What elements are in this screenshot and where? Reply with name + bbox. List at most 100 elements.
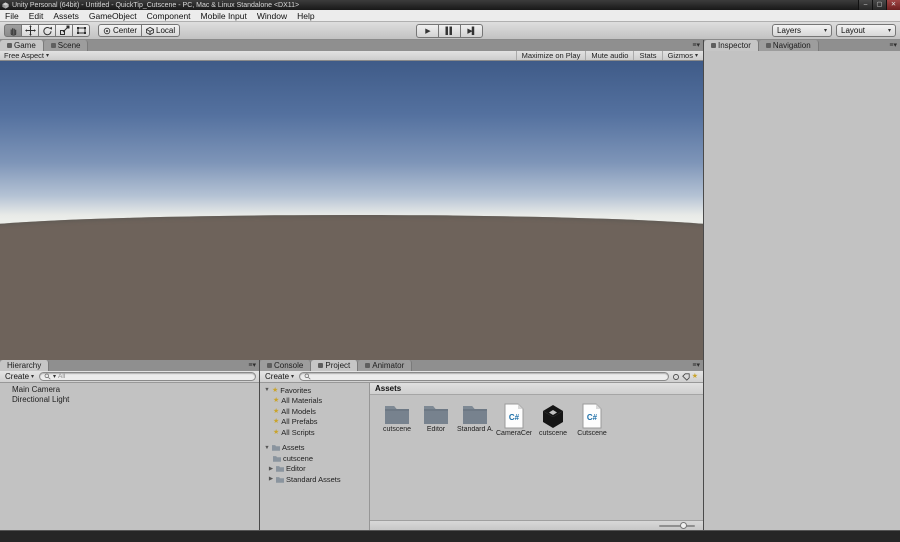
- panel-menu-icon[interactable]: ≡▾: [689, 360, 703, 371]
- hierarchy-item-main-camera[interactable]: Main Camera: [0, 385, 259, 395]
- asset-item-cutscene-script[interactable]: C# Cutscene: [575, 403, 609, 437]
- stats-button[interactable]: Stats: [633, 51, 661, 60]
- slider-knob[interactable]: [679, 521, 687, 529]
- close-icon[interactable]: ✕: [886, 0, 900, 10]
- project-create-button[interactable]: Create ▾: [263, 372, 296, 381]
- hierarchy-list: Main Camera Directional Light: [0, 383, 259, 530]
- menu-mobile-input[interactable]: Mobile Input: [196, 10, 252, 22]
- tab-project[interactable]: Project: [311, 360, 359, 371]
- navigation-icon: [765, 43, 771, 48]
- project-footer: [370, 520, 703, 530]
- saved-search-star-icon[interactable]: ★: [692, 373, 698, 380]
- tree-assets-root[interactable]: ▼ Assets: [260, 443, 369, 454]
- maximize-on-play-button[interactable]: Maximize on Play: [515, 51, 586, 60]
- move-tool-button[interactable]: [21, 24, 39, 37]
- rect-icon: [76, 27, 86, 34]
- asset-item-standard-assets-folder[interactable]: Standard A...: [457, 403, 493, 433]
- layers-dropdown[interactable]: Layers ▾: [772, 24, 832, 37]
- asset-item-editor-folder[interactable]: Editor: [419, 403, 453, 433]
- play-button[interactable]: ▶: [416, 24, 439, 38]
- search-by-label-icon[interactable]: [681, 372, 690, 381]
- project-toolbar: Create ▾ ★: [260, 371, 703, 383]
- foldout-open-icon[interactable]: ▼: [264, 387, 270, 393]
- menu-component[interactable]: Component: [142, 10, 196, 22]
- foldout-closed-icon[interactable]: ▶: [268, 466, 274, 472]
- rotate-icon: [42, 26, 52, 36]
- chevron-down-icon: ▾: [823, 28, 827, 34]
- tree-all-scripts[interactable]: ★ All Scripts: [260, 427, 369, 438]
- panel-menu-icon[interactable]: ≡▾: [689, 40, 703, 51]
- pause-button[interactable]: ▌▌: [438, 24, 461, 38]
- hierarchy-item-directional-light[interactable]: Directional Light: [0, 395, 259, 405]
- space-toggle-button[interactable]: Local: [141, 24, 181, 37]
- panel-menu-icon[interactable]: ≡▾: [886, 40, 900, 51]
- tab-navigation[interactable]: Navigation: [758, 40, 819, 51]
- tree-all-models[interactable]: ★ All Models: [260, 406, 369, 417]
- menu-window[interactable]: Window: [252, 10, 292, 22]
- game-icon: [7, 43, 12, 48]
- menu-assets[interactable]: Assets: [48, 10, 84, 22]
- folder-icon: [276, 466, 284, 472]
- menu-edit[interactable]: Edit: [24, 10, 49, 22]
- tree-all-prefabs[interactable]: ★ All Prefabs: [260, 417, 369, 428]
- chevron-down-icon: ▾: [46, 53, 50, 59]
- tree-all-materials[interactable]: ★ All Materials: [260, 396, 369, 407]
- pivot-toggle-button[interactable]: Center: [98, 24, 143, 37]
- tree-standard-assets-folder[interactable]: ▶ Standard Assets: [260, 474, 369, 485]
- csharp-script-icon: C#: [504, 403, 524, 429]
- rotate-tool-button[interactable]: [38, 24, 56, 37]
- star-icon: ★: [273, 407, 280, 415]
- foldout-open-icon[interactable]: ▼: [264, 445, 270, 451]
- svg-text:C#: C#: [509, 413, 520, 422]
- hierarchy-search-input[interactable]: ▾ All: [39, 372, 256, 381]
- icon-size-slider[interactable]: [659, 521, 695, 529]
- stats-label: Stats: [639, 51, 657, 60]
- terrain-ground: [0, 214, 703, 360]
- all-prefabs-label: All Prefabs: [281, 417, 318, 427]
- tab-animator[interactable]: Animator: [358, 360, 413, 371]
- project-search-input[interactable]: [299, 372, 669, 381]
- tab-scene[interactable]: Scene: [43, 40, 89, 51]
- scale-tool-button[interactable]: [55, 24, 73, 37]
- asset-item-cameracenter-script[interactable]: C# CameraCen...: [496, 403, 532, 437]
- scale-icon: [59, 25, 69, 35]
- menu-help[interactable]: Help: [292, 10, 319, 22]
- tab-console[interactable]: Console: [260, 360, 312, 371]
- asset-item-cutscene-scene[interactable]: cutscene: [536, 403, 570, 437]
- step-button[interactable]: ▶▌: [460, 24, 483, 38]
- game-control-bar: Free Aspect ▾ Maximize on Play Mute audi…: [0, 51, 703, 61]
- foldout-closed-icon[interactable]: ▶: [268, 476, 274, 482]
- svg-text:C#: C#: [587, 413, 598, 422]
- hand-tool-button[interactable]: [4, 24, 22, 37]
- search-by-type-icon[interactable]: [672, 373, 680, 381]
- rect-tool-button[interactable]: [72, 24, 90, 37]
- menu-file[interactable]: File: [0, 10, 24, 22]
- asset-label: CameraCen...: [496, 430, 532, 437]
- aspect-dropdown[interactable]: Free Aspect ▾: [0, 51, 53, 60]
- unity-logo-icon: [2, 1, 9, 9]
- minimize-icon[interactable]: –: [858, 0, 872, 10]
- menu-gameobject[interactable]: GameObject: [84, 10, 142, 22]
- mute-audio-button[interactable]: Mute audio: [585, 51, 633, 60]
- game-render-viewport[interactable]: [0, 61, 703, 360]
- tab-inspector[interactable]: Inspector: [704, 40, 759, 51]
- asset-item-cutscene-folder[interactable]: cutscene: [380, 403, 414, 433]
- panel-menu-icon[interactable]: ≡▾: [245, 360, 259, 371]
- tree-cutscene-folder[interactable]: cutscene: [260, 453, 369, 464]
- maximize-icon[interactable]: ▢: [872, 0, 886, 10]
- editor-folder-label: Editor: [286, 464, 306, 474]
- layout-dropdown[interactable]: Layout ▾: [836, 24, 896, 37]
- inspector-empty-content: [704, 51, 900, 530]
- pause-icon: ▌▌: [445, 27, 455, 35]
- tree-editor-folder[interactable]: ▶ Editor: [260, 464, 369, 475]
- folder-icon: [276, 476, 284, 483]
- hierarchy-create-button[interactable]: Create ▾: [3, 372, 36, 381]
- assets-breadcrumb: Assets: [370, 383, 703, 395]
- search-icon: [304, 373, 311, 380]
- tree-favorites[interactable]: ▼ ★ Favorites: [260, 385, 369, 396]
- tab-game[interactable]: Game: [0, 40, 44, 51]
- project-tree: ▼ ★ Favorites ★ All Materials ★ All Mode…: [260, 383, 370, 530]
- gizmos-button[interactable]: Gizmos ▾: [661, 51, 703, 60]
- tab-hierarchy[interactable]: Hierarchy: [0, 360, 50, 371]
- gizmos-label: Gizmos: [667, 51, 693, 60]
